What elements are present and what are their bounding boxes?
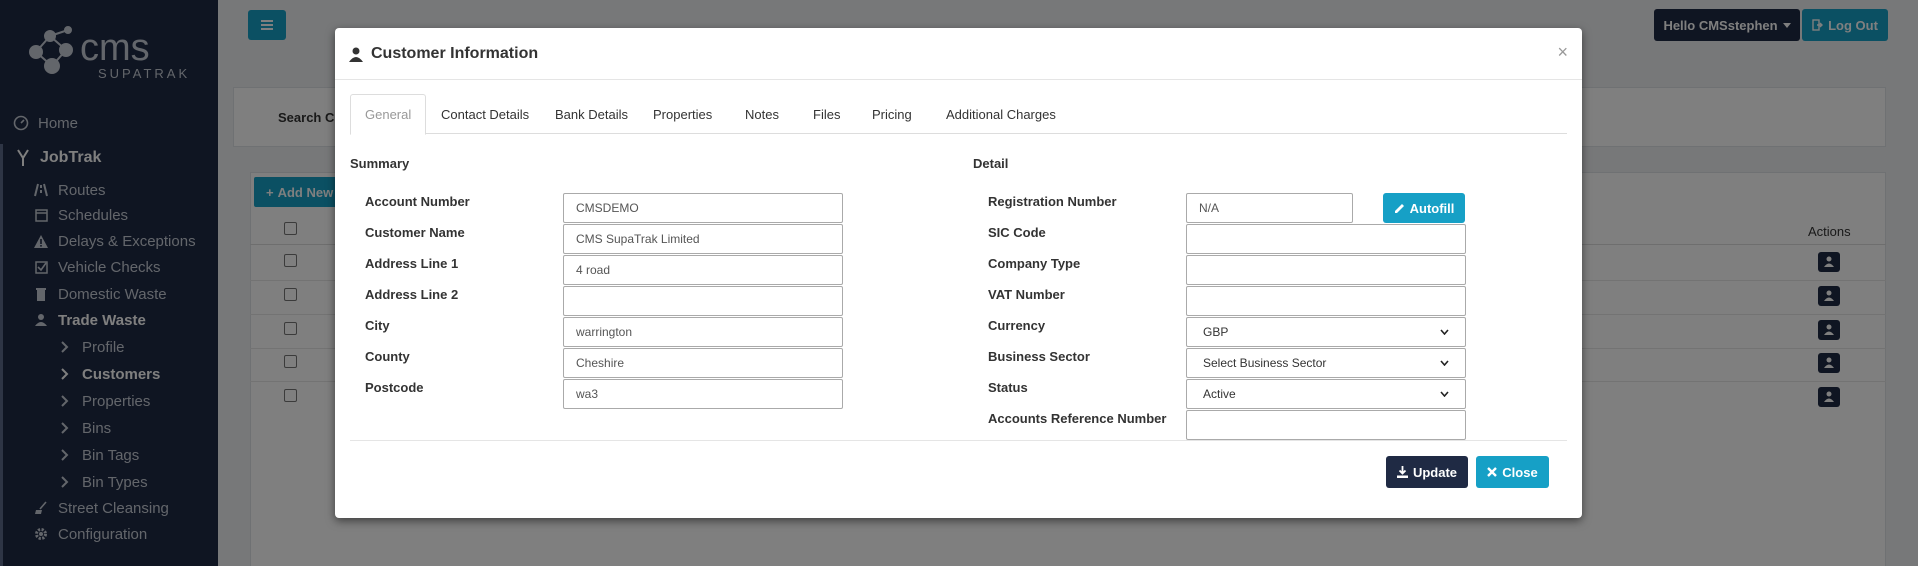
customer-name-label: Customer Name	[365, 225, 465, 240]
status-selected-value: Active	[1203, 387, 1236, 401]
modal-title: Customer Information	[349, 45, 538, 63]
currency-selected-value: GBP	[1203, 325, 1229, 339]
close-icon	[1487, 467, 1498, 477]
tab-contact-details[interactable]: Contact Details	[427, 94, 543, 134]
modal-close-icon[interactable]: ×	[1557, 42, 1568, 63]
tab-pricing[interactable]: Pricing	[858, 94, 926, 134]
tab-properties[interactable]: Properties	[639, 94, 726, 134]
address-line-1-label: Address Line 1	[365, 256, 459, 271]
postcode-label: Postcode	[365, 380, 424, 395]
detail-heading: Detail	[973, 156, 1009, 171]
accounts-reference-number-label: Accounts Reference Number	[988, 411, 1167, 426]
address-line-2-label: Address Line 2	[365, 287, 459, 302]
tab-label: General	[365, 107, 412, 122]
currency-label: Currency	[988, 318, 1046, 333]
vat-number-label: VAT Number	[988, 287, 1065, 302]
tab-label: Pricing	[872, 106, 912, 122]
county-label: County	[365, 349, 410, 364]
address-line-1-field[interactable]: 4 road	[563, 255, 843, 285]
accounts-reference-number-field[interactable]	[1186, 410, 1466, 440]
tab-label: Files	[813, 106, 841, 122]
tab-label: Contact Details	[441, 106, 530, 122]
customer-information-modal: Customer Information × General Contact D…	[335, 28, 1582, 518]
company-type-label: Company Type	[988, 256, 1081, 271]
business-sector-select[interactable]: Select Business Sector	[1186, 348, 1466, 378]
autofill-label: Autofill	[1409, 200, 1455, 216]
modal-title-text: Customer Information	[371, 45, 539, 62]
tab-files[interactable]: Files	[799, 94, 854, 134]
chevron-down-icon	[1440, 391, 1449, 397]
update-label: Update	[1412, 464, 1458, 480]
city-field[interactable]: warrington	[563, 317, 843, 347]
city-label: City	[365, 318, 390, 333]
summary-heading: Summary	[350, 156, 410, 171]
tab-label: Notes	[745, 106, 779, 122]
county-field[interactable]: Cheshire	[563, 348, 843, 378]
chevron-down-icon	[1440, 360, 1449, 366]
download-icon	[1396, 466, 1408, 478]
customer-tabs: General Contact Details Bank Details Pro…	[350, 94, 1567, 135]
sic-code-label: SIC Code	[988, 225, 1046, 240]
registration-number-label: Registration Number	[988, 194, 1117, 209]
account-number-label: Account Number	[365, 194, 470, 209]
update-button[interactable]: Update	[1386, 456, 1468, 488]
tab-label: Bank Details	[555, 106, 628, 122]
tab-notes[interactable]: Notes	[731, 94, 793, 134]
chevron-down-icon	[1440, 329, 1449, 335]
user-icon	[349, 47, 363, 62]
business-sector-selected-value: Select Business Sector	[1203, 356, 1327, 370]
autofill-button[interactable]: Autofill	[1383, 193, 1465, 223]
tab-additional-charges[interactable]: Additional Charges	[932, 94, 1070, 134]
address-line-2-field[interactable]	[563, 286, 843, 316]
tab-bank-details[interactable]: Bank Details	[541, 94, 642, 134]
tab-label: Additional Charges	[946, 106, 1056, 122]
vat-number-field[interactable]	[1186, 286, 1466, 316]
postcode-field[interactable]: wa3	[563, 379, 843, 409]
sic-code-field[interactable]	[1186, 224, 1466, 254]
close-button[interactable]: Close	[1476, 456, 1549, 488]
account-number-field[interactable]: CMSDEMO	[563, 193, 843, 223]
customer-name-field[interactable]: CMS SupaTrak Limited	[563, 224, 843, 254]
currency-select[interactable]: GBP	[1186, 317, 1466, 347]
close-label: Close	[1502, 464, 1538, 480]
registration-number-field[interactable]: N/A	[1186, 193, 1353, 223]
modal-footer-divider	[350, 440, 1567, 441]
business-sector-label: Business Sector	[988, 349, 1090, 364]
status-label: Status	[988, 380, 1028, 395]
tab-general[interactable]: General	[350, 94, 427, 135]
tab-label: Properties	[653, 106, 713, 122]
status-select[interactable]: Active	[1186, 379, 1466, 409]
pencil-icon	[1394, 203, 1405, 214]
modal-header: Customer Information ×	[335, 28, 1582, 80]
company-type-field[interactable]	[1186, 255, 1466, 285]
